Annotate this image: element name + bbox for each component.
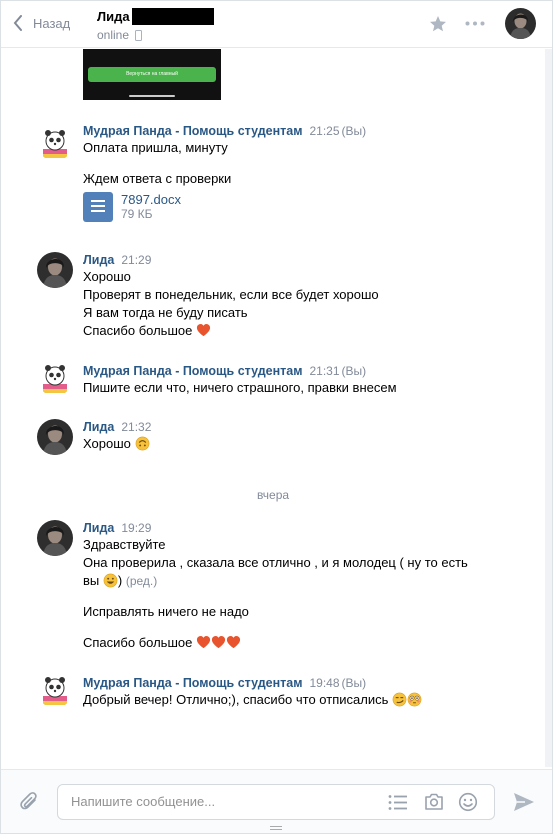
document-icon [83, 192, 113, 222]
author-name[interactable]: Мудрая Панда - Помощь студентам [83, 363, 302, 379]
back-button[interactable]: Назад [13, 15, 70, 31]
camera-icon[interactable] [424, 792, 444, 811]
chat-window: Назад Лида online Вернуться на главный М… [0, 0, 553, 834]
heart-emoji-icon [196, 635, 211, 649]
author-name[interactable]: Мудрая Панда - Помощь студентам [83, 123, 302, 139]
lida-avatar[interactable] [37, 419, 73, 455]
contact-name-text: Лида [97, 9, 130, 24]
grinning-face-emoji-icon [103, 573, 118, 588]
send-icon[interactable] [513, 792, 535, 812]
message-history[interactable]: Вернуться на главный Мудрая Панда - Помо… [1, 49, 545, 769]
author-name[interactable]: Лида [83, 520, 114, 536]
chat-header: Назад Лида online [1, 1, 552, 48]
heart-emoji-icon [211, 635, 226, 649]
edited-label: (ред.) [125, 574, 158, 588]
panda-avatar[interactable] [37, 125, 73, 161]
heart-emoji-icon [226, 635, 241, 649]
message-time[interactable]: 21:31 [309, 363, 339, 379]
message-text: Спасибо большое [83, 323, 193, 338]
panda-avatar[interactable] [37, 360, 73, 396]
paperclip-icon[interactable] [19, 791, 41, 813]
message-text: Она проверила , сказала все отлично , и … [83, 555, 468, 570]
author-name[interactable]: Лида [83, 419, 114, 435]
upside-down-face-emoji-icon [135, 436, 149, 451]
message-text: вы [83, 573, 100, 588]
back-label: Назад [33, 15, 71, 31]
resize-grip[interactable] [270, 826, 282, 830]
panda-avatar[interactable] [37, 672, 73, 708]
panda-icon [43, 130, 67, 158]
heart-emoji-icon [196, 323, 211, 337]
you-label: (Вы) [341, 364, 367, 378]
message-input[interactable] [71, 794, 371, 809]
message-time[interactable]: 21:32 [121, 419, 151, 435]
message-text: ) [117, 573, 123, 588]
contact-avatar[interactable] [505, 8, 536, 39]
message-text: Ждем ответа с проверки [83, 171, 232, 186]
more-icon[interactable] [465, 21, 485, 26]
smirking-face-emoji-icon [392, 692, 407, 707]
lida-avatar[interactable] [37, 520, 73, 556]
panda-icon [43, 677, 67, 705]
message-text: Спасибо большое [83, 635, 193, 650]
you-label: (Вы) [341, 124, 367, 138]
panda-icon [43, 365, 67, 393]
message-text: Пишите если что, ничего страшного, правк… [83, 380, 397, 395]
lida-avatar[interactable] [37, 252, 73, 288]
mobile-icon [135, 29, 143, 41]
message-text: Хорошо [83, 436, 131, 451]
contact-status: online [97, 28, 143, 42]
flushed-face-emoji-icon [407, 692, 422, 707]
image-attachment[interactable]: Вернуться на главный [83, 49, 221, 100]
contact-name[interactable]: Лида [97, 8, 214, 25]
image-preview-button: Вернуться на главный [88, 67, 216, 82]
status-text: online [97, 28, 130, 42]
message-text: Исправлять ничего не надо [83, 604, 249, 619]
redacted-surname [131, 8, 214, 25]
date-separator: вчера [256, 488, 290, 502]
star-icon[interactable] [429, 15, 447, 33]
message-time[interactable]: 21:29 [121, 252, 151, 268]
chevron-left-icon [13, 15, 22, 31]
message-time[interactable]: 19:48 [309, 675, 339, 691]
message-text: Я вам тогда не буду писать [83, 305, 248, 320]
file-size: 79 КБ [121, 207, 153, 221]
message-input-box[interactable] [57, 784, 495, 820]
message-text: Проверят в понедельник, если все будет х… [83, 287, 379, 302]
message-composer [1, 769, 552, 833]
message-text: Добрый вечер! Отлично;), спасибо что отп… [83, 692, 389, 707]
message-text: Оплата пришла, минуту [83, 140, 228, 155]
message-time[interactable]: 21:25 [309, 123, 339, 139]
emoji-smile-icon[interactable] [458, 792, 478, 812]
you-label: (Вы) [341, 676, 367, 690]
file-name[interactable]: 7897.docx [121, 192, 181, 207]
message-time[interactable]: 19:29 [121, 520, 151, 536]
file-attachment[interactable]: 7897.docx 79 КБ [83, 192, 366, 222]
message-text: Хорошо [83, 269, 131, 284]
templates-list-icon[interactable] [388, 794, 408, 811]
author-name[interactable]: Мудрая Панда - Помощь студентам [83, 675, 302, 691]
scrollbar[interactable] [545, 49, 552, 767]
author-name[interactable]: Лида [83, 252, 114, 268]
message-text: Здравствуйте [83, 537, 166, 552]
